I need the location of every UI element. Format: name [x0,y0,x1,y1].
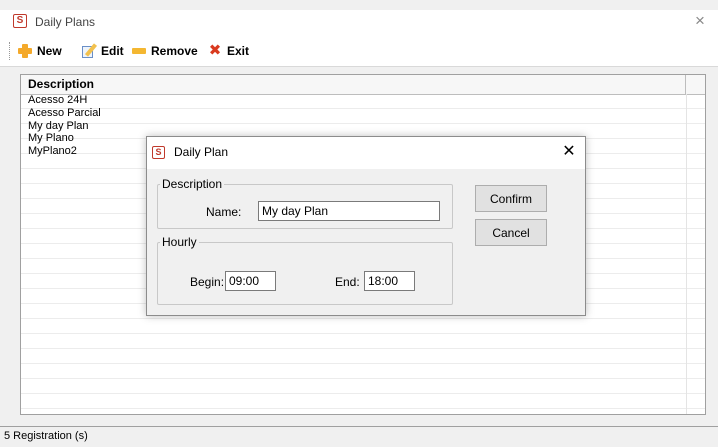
table-row[interactable]: Acesso Parcial [21,107,686,120]
dialog-close-button[interactable]: ✕ [559,142,579,162]
name-field[interactable] [258,201,440,221]
name-label: Name: [206,205,242,219]
red-x-icon: ✖ [208,42,222,59]
description-group: Description Name: [157,177,453,229]
exit-button[interactable]: ✖ Exit [207,41,249,61]
new-button[interactable]: New [17,41,62,61]
end-time-field[interactable] [364,271,415,291]
edit-button-label: Edit [101,44,124,58]
window-close-button[interactable]: × [690,11,710,31]
table-row[interactable]: Acesso 24H [21,94,686,107]
dialog-title-bar: S Daily Plan ✕ [147,137,585,169]
remove-button-label: Remove [151,44,198,58]
dialog-title: Daily Plan [174,145,229,159]
end-label: End: [335,275,360,289]
app-logo-icon: S [13,14,27,28]
title-bar: S Daily Plans × [0,10,718,36]
column-divider [686,94,687,414]
app-logo-icon: S [152,146,165,159]
new-button-label: New [37,44,62,58]
pencil-icon [81,43,97,59]
begin-label: Begin: [190,275,225,289]
minus-icon [131,43,147,59]
status-text: 5 Registration (s) [4,430,88,442]
toolbar-grip[interactable] [9,42,12,60]
toolbar: New Edit Remove ✖ Exit [0,36,718,67]
exit-button-label: Exit [227,44,250,58]
window-title: Daily Plans [35,15,96,29]
description-group-label: Description [162,177,223,191]
grid-header: Description [21,75,705,95]
remove-button[interactable]: Remove [131,41,198,61]
column-header-description[interactable]: Description [21,75,686,94]
cancel-button[interactable]: Cancel [475,219,547,246]
main-window: S Daily Plans × New Edit Remove ✖ Exit D… [0,0,718,447]
table-row[interactable]: My day Plan [21,120,686,133]
plus-icon [17,43,33,59]
hourly-group: Hourly Begin: End: [157,235,453,305]
hourly-group-label: Hourly [162,235,197,249]
confirm-button[interactable]: Confirm [475,185,547,212]
status-bar: 5 Registration (s) [0,426,718,447]
begin-time-field[interactable] [225,271,276,291]
daily-plan-dialog: S Daily Plan ✕ Description Name: Hourly … [146,136,586,316]
edit-button[interactable]: Edit [81,41,124,61]
